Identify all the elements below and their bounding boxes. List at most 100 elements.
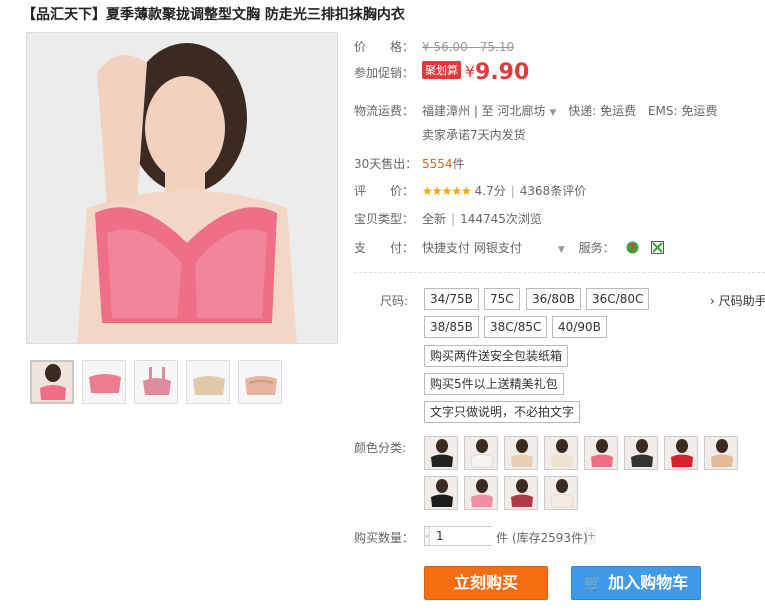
size-option[interactable]: 36C/80C bbox=[586, 288, 650, 310]
color-swatch-image bbox=[625, 437, 657, 469]
thumbnail-strip bbox=[30, 360, 282, 404]
chevron-down-icon[interactable]: ▼ bbox=[558, 245, 565, 255]
color-swatch-image bbox=[465, 477, 497, 509]
color-swatch-pink[interactable] bbox=[584, 436, 618, 470]
thumbnail-2[interactable] bbox=[82, 360, 126, 404]
color-swatch-rose[interactable] bbox=[464, 476, 498, 510]
buy-now-button[interactable]: 立刻购买 bbox=[424, 566, 548, 600]
sales-count: 5554 bbox=[422, 157, 453, 171]
svg-text:7: 7 bbox=[629, 243, 636, 254]
color-swatch-cream[interactable] bbox=[544, 476, 578, 510]
size-option[interactable]: 购买两件送安全包装纸箱 bbox=[424, 345, 569, 367]
color-label: 颜色分类: bbox=[354, 441, 407, 455]
service-label: 服务： bbox=[578, 241, 615, 255]
chevron-right-icon: › bbox=[710, 294, 715, 308]
size-option[interactable]: 34/75B bbox=[424, 288, 479, 310]
divider: | bbox=[510, 184, 515, 198]
size-option[interactable]: 36/80B bbox=[526, 288, 581, 310]
shipping-label: 物流运费： bbox=[354, 104, 415, 118]
sales-label: 30天售出： bbox=[354, 157, 418, 171]
original-price: ¥ 56.00 - 75.10 bbox=[422, 40, 515, 54]
info-row: 宝贝类型： 全新 | 144745次浏览 bbox=[354, 210, 542, 227]
option-divider bbox=[354, 272, 765, 273]
thumbnail-5[interactable] bbox=[238, 360, 282, 404]
quantity-label: 购买数量： bbox=[354, 531, 415, 545]
size-option[interactable]: 文字只做说明，不必拍文字 bbox=[424, 401, 581, 423]
thumbnail-1[interactable] bbox=[30, 360, 74, 404]
color-swatch-image bbox=[545, 477, 577, 509]
thumbnail-3[interactable] bbox=[134, 360, 178, 404]
size-helper-label: 尺码助手 bbox=[718, 294, 765, 308]
price-label: 价 格： bbox=[354, 40, 415, 54]
payment-label: 支 付： bbox=[354, 241, 415, 255]
cart-icon: 🛒 bbox=[583, 574, 603, 592]
size-option[interactable]: 购买5件以上送精美礼包 bbox=[424, 373, 564, 395]
color-swatch-image bbox=[665, 437, 697, 469]
color-swatch-red[interactable] bbox=[664, 436, 698, 470]
view-count: 144745次浏览 bbox=[460, 212, 542, 226]
size-option[interactable]: 38C/85C bbox=[484, 316, 548, 338]
size-option[interactable]: 75C bbox=[484, 288, 520, 310]
size-option[interactable]: 38/85B bbox=[424, 316, 479, 338]
plus-icon[interactable]: + bbox=[586, 527, 597, 545]
bra-photo bbox=[27, 33, 337, 343]
size-option[interactable]: 40/90B bbox=[552, 316, 607, 338]
color-swatch-black[interactable] bbox=[424, 436, 458, 470]
review-count[interactable]: 4368条评价 bbox=[520, 184, 587, 198]
yen-symbol: ¥ bbox=[464, 62, 476, 81]
ship-promise: 卖家承诺7天内发货 bbox=[422, 128, 526, 142]
color-swatch-skin[interactable] bbox=[504, 436, 538, 470]
promo-row: 参加促销： 聚划算 ¥9.90 bbox=[354, 60, 529, 85]
rating-label: 评 价： bbox=[354, 184, 415, 198]
seven-day-return-icon[interactable]: 7 bbox=[626, 241, 639, 254]
color-swatch-nude[interactable] bbox=[704, 436, 738, 470]
thumbnail-4[interactable] bbox=[186, 360, 230, 404]
express-fee: 快递: 免运费 bbox=[568, 104, 637, 118]
promo-price: 9.90 bbox=[475, 60, 530, 85]
size-label: 尺码: bbox=[380, 294, 409, 308]
sales-unit: 件 bbox=[452, 157, 465, 171]
shipping-row: 物流运费： 福建漳州 | 至 河北廊坊 ▼ 快递: 免运费 EMS: 免运费 bbox=[354, 102, 717, 119]
rating-score: 4.7分 bbox=[474, 184, 506, 198]
rating-row: 评 价： ★★★★★ 4.7分 | 4368条评价 bbox=[354, 182, 586, 199]
divider: | bbox=[451, 212, 456, 226]
size-helper-link[interactable]: › 尺码助手 bbox=[710, 292, 765, 309]
guarantee-icon[interactable] bbox=[651, 241, 665, 254]
shipping-route[interactable]: 福建漳州 | 至 河北廊坊 bbox=[422, 104, 546, 118]
promo-label: 参加促销： bbox=[354, 66, 415, 80]
thumbnail-image bbox=[135, 361, 177, 403]
type-label: 宝贝类型： bbox=[354, 212, 415, 226]
thumbnail-image bbox=[187, 361, 229, 403]
quantity-stepper: - + bbox=[424, 526, 597, 546]
star-rating-icon: ★★★★★ bbox=[422, 184, 472, 198]
color-swatch-wine[interactable] bbox=[504, 476, 538, 510]
color-swatch-image bbox=[505, 477, 537, 509]
color-swatch-image bbox=[545, 437, 577, 469]
stock-info: 件 (库存2593件) bbox=[496, 531, 588, 545]
color-swatch-beige[interactable] bbox=[544, 436, 578, 470]
color-swatch-image bbox=[505, 437, 537, 469]
color-swatch-image bbox=[705, 437, 737, 469]
thumbnail-image bbox=[239, 361, 281, 403]
color-swatch-white[interactable] bbox=[464, 436, 498, 470]
condition: 全新 bbox=[422, 212, 447, 226]
ems-fee: EMS: 免运费 bbox=[647, 104, 718, 118]
add-to-cart-button[interactable]: 🛒 加入购物车 bbox=[571, 566, 701, 600]
color-swatch-image bbox=[465, 437, 497, 469]
color-swatch-image bbox=[425, 477, 457, 509]
thumbnail-image bbox=[32, 362, 72, 402]
product-main-image[interactable] bbox=[26, 32, 338, 344]
product-title: 【品汇天下】夏季薄款聚拢调整型文胸 防走光三排扣抹胸内衣 bbox=[22, 7, 405, 23]
payment-row: 支 付： 快捷支付 网银支付 ▼ 服务： 7 bbox=[354, 239, 665, 256]
color-swatch-black-2[interactable] bbox=[424, 476, 458, 510]
price-row: 价 格： ¥ 56.00 - 75.10 bbox=[354, 38, 514, 55]
color-swatch-image bbox=[425, 437, 457, 469]
payment-methods: 快捷支付 网银支付 bbox=[422, 241, 522, 255]
color-swatch-black-lace[interactable] bbox=[624, 436, 658, 470]
juhuasuan-badge[interactable]: 聚划算 bbox=[422, 61, 461, 79]
color-swatch-image bbox=[585, 437, 617, 469]
thumbnail-image bbox=[83, 361, 125, 403]
chevron-down-icon[interactable]: ▼ bbox=[550, 108, 557, 118]
add-to-cart-label: 加入购物车 bbox=[608, 573, 689, 592]
sales-row: 30天售出： 5554件 bbox=[354, 155, 465, 172]
